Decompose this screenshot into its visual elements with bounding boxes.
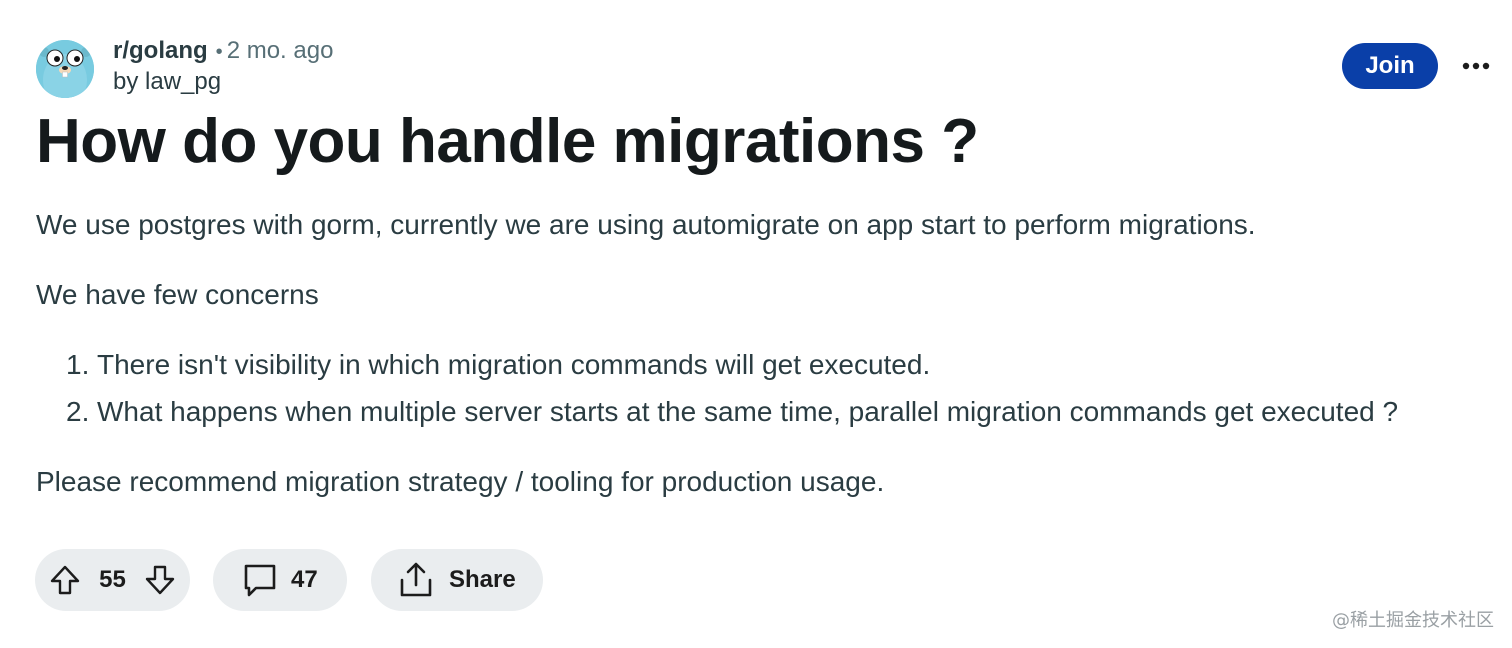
list-text: There isn't visibility in which migratio… (97, 349, 931, 380)
subreddit-avatar[interactable] (36, 40, 94, 98)
post-title[interactable]: How do you handle migrations ? (36, 104, 979, 180)
post-paragraph: We have few concerns (36, 279, 319, 310)
share-label: Share (449, 566, 516, 593)
list-number: 2. (66, 396, 90, 427)
vote-count: 55 (99, 566, 126, 593)
post-timestamp: 2 mo. ago (226, 37, 334, 64)
subreddit-link[interactable]: r/golang (113, 37, 208, 64)
more-options-button[interactable] (1456, 48, 1496, 84)
gopher-avatar-icon (36, 40, 94, 98)
list-number: 1. (66, 349, 90, 380)
join-button[interactable]: Join (1342, 43, 1438, 89)
post-paragraph: We use postgres with gorm, currently we … (36, 209, 1256, 240)
upvote-arrow-icon (50, 565, 80, 595)
post-card: r/golang • 2 mo. ago by law_pg Join How do… (0, 0, 1512, 648)
post-paragraph: Please recommend migration strategy / to… (36, 466, 885, 497)
downvote-button[interactable] (144, 564, 176, 596)
share-button[interactable]: Share (371, 549, 543, 611)
watermark: @稀土掘金技术社区 (1332, 610, 1494, 631)
comment-bubble-icon (241, 561, 279, 599)
upvote-button[interactable] (49, 564, 81, 596)
comments-button[interactable]: 47 (213, 549, 347, 611)
comment-count: 47 (291, 566, 318, 593)
more-horizontal-icon (1462, 62, 1490, 70)
share-icon (397, 561, 435, 599)
author-line[interactable]: by law_pg (113, 67, 221, 97)
downvote-arrow-icon (145, 565, 175, 595)
post-meta: r/golang • 2 mo. ago (113, 36, 333, 67)
meta-separator: • (215, 41, 223, 63)
list-text: What happens when multiple server starts… (97, 396, 1399, 427)
vote-bar: 55 (35, 549, 190, 611)
